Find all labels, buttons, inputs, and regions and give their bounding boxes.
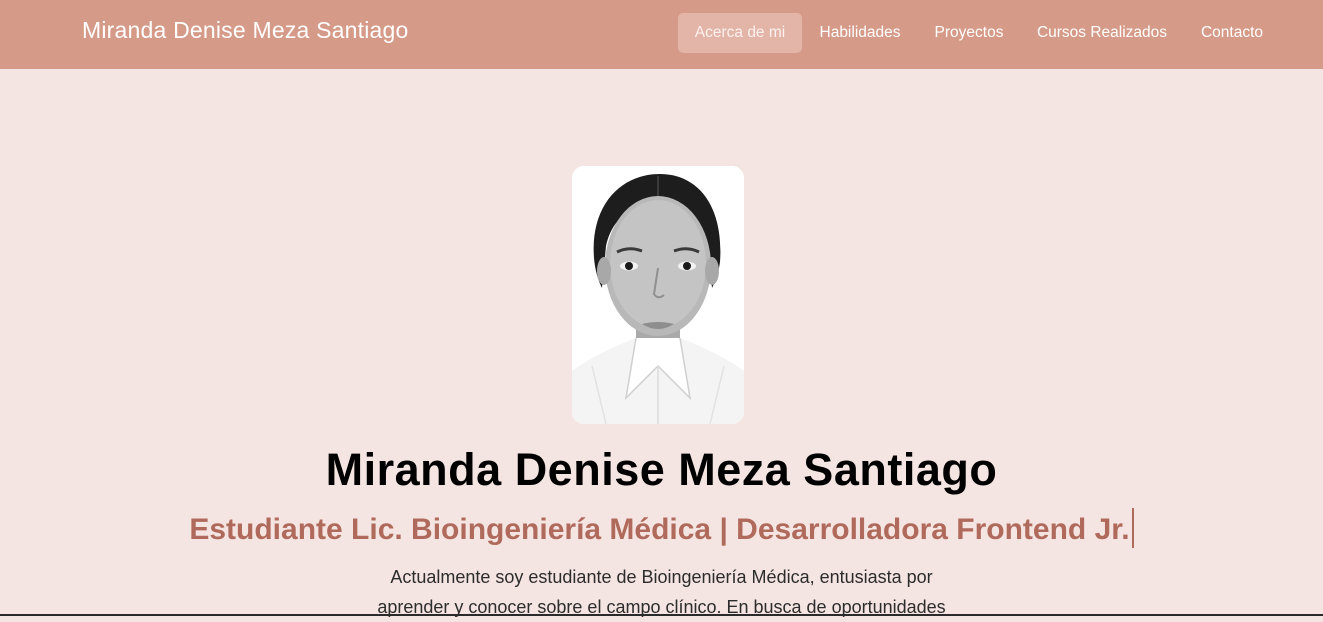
nav-item-acerca-de-mi[interactable]: Acerca de mi — [678, 13, 802, 53]
hero-description-line: aprender y conocer sobre el campo clínic… — [377, 597, 946, 617]
hero-role-text: Estudiante Lic. Bioingeniería Médica | D… — [189, 513, 1130, 546]
hero-name: Miranda Denise Meza Santiago — [325, 444, 998, 495]
hero-description-line: Actualmente soy estudiante de Bioingenie… — [390, 567, 933, 587]
hero-description: Actualmente soy estudiante de Bioingenie… — [0, 562, 1323, 622]
nav-item-habilidades[interactable]: Habilidades — [810, 13, 910, 53]
brand-link[interactable]: Miranda Denise Meza Santiago — [82, 17, 409, 44]
nav-item-proyectos[interactable]: Proyectos — [925, 13, 1013, 53]
navbar: Miranda Denise Meza Santiago Acerca de m… — [0, 0, 1323, 69]
typing-caret — [1131, 508, 1134, 548]
hero-role: Estudiante Lic. Bioingeniería Médica | D… — [0, 508, 1323, 548]
nav-item-contacto[interactable]: Contacto — [1190, 13, 1274, 53]
nav-item-cursos-realizados[interactable]: Cursos Realizados — [1028, 13, 1176, 53]
profile-photo — [572, 166, 744, 424]
